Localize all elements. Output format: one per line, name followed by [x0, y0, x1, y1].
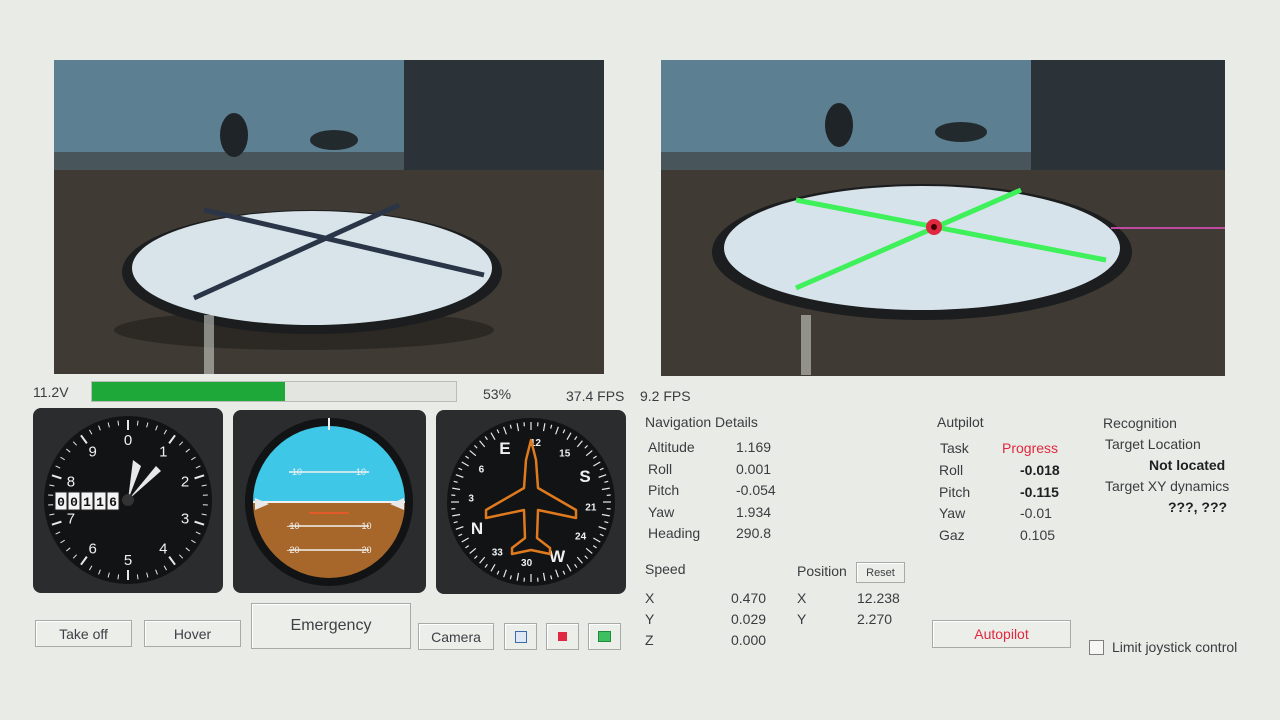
heading-label: 21: [585, 502, 597, 513]
altimeter-number: 6: [89, 541, 97, 558]
target-xy-dynamics-label: Target XY dynamics: [1105, 478, 1230, 494]
speed-x-value: 0.470: [731, 590, 767, 606]
progress-percent: 53%: [483, 386, 512, 402]
autopilot-roll-label: Roll: [939, 462, 964, 478]
heading-label: 15: [559, 448, 571, 459]
task-value: Progress: [1002, 440, 1059, 456]
nav-pitch-value: -0.054: [736, 482, 776, 498]
nav-heading-value: 290.8: [736, 525, 772, 541]
altimeter-counter-digit: 0: [57, 495, 65, 510]
screenshot-button[interactable]: [588, 623, 621, 650]
heading-label: 3: [468, 494, 474, 505]
limit-joystick-checkbox[interactable]: [1089, 640, 1104, 655]
heading-label: N: [471, 519, 483, 538]
pitch-label: 10: [356, 467, 366, 477]
nav-yaw-label: Yaw: [648, 503, 675, 520]
heading-label: 24: [575, 532, 587, 543]
target-location-label: Target Location: [1105, 436, 1201, 452]
autopilot-pitch-value: -0.115: [1020, 483, 1059, 500]
reset-button[interactable]: Reset: [856, 562, 905, 583]
altimeter-number: 1: [159, 443, 167, 460]
recognition-title: Recognition: [1103, 415, 1177, 431]
altimeter-number: 3: [181, 511, 189, 528]
pitch-label: 10: [292, 467, 302, 477]
speed-x-label: X: [645, 590, 655, 606]
speed-y-value: 0.029: [731, 611, 767, 627]
autopilot-gaz-value: 0.105: [1020, 526, 1056, 543]
altimeter-number: 5: [124, 552, 132, 569]
altimeter-number: 2: [181, 473, 189, 490]
altimeter-number: 4: [159, 541, 167, 558]
speed-y-label: Y: [645, 611, 655, 627]
autopilot-yaw-label: Yaw: [939, 505, 966, 521]
nav-roll-value: 0.001: [736, 460, 772, 477]
camera-feed-right: [661, 60, 1225, 376]
position-y-label: Y: [797, 611, 807, 627]
autopilot-button[interactable]: Autopilot: [932, 620, 1071, 648]
heading-indicator: E 12 15 S 21 24 W 30 33 N 3 6: [436, 410, 626, 594]
position-title: Position: [797, 563, 847, 579]
autopilot-gaz-label: Gaz: [939, 526, 965, 543]
nav-heading-label: Heading: [648, 525, 701, 541]
pitch-label: -10: [286, 521, 299, 531]
autopilot-roll-value: -0.018: [1020, 462, 1060, 478]
progress-bar: [91, 381, 457, 402]
altimeter-counter-digit: 1: [96, 495, 104, 510]
heading-label: W: [549, 547, 566, 566]
position-y-value: 2.270: [857, 611, 893, 627]
altimeter-counter-digit: 1: [83, 495, 91, 510]
autopilot-pitch-label: Pitch: [939, 483, 971, 500]
battery-voltage: 11.2V: [33, 384, 69, 400]
heading-label: S: [579, 467, 590, 486]
task-label: Task: [940, 440, 969, 456]
pitch-label: -20: [358, 545, 371, 555]
altimeter-counter-digit: 6: [109, 495, 117, 510]
heading-label: 30: [521, 558, 533, 569]
edit-icon: [514, 630, 527, 643]
position-x-label: X: [797, 590, 807, 606]
takeoff-button[interactable]: Take off: [35, 620, 132, 647]
record-stop-button[interactable]: [546, 623, 579, 650]
hover-button[interactable]: Hover: [144, 620, 241, 647]
heading-label: 33: [492, 548, 504, 559]
autopilot-title: Autpilot: [937, 414, 984, 430]
altimeter-gauge: 0123456789 00116: [33, 408, 223, 593]
altimeter-number: 8: [67, 473, 75, 490]
altimeter-number: 0: [124, 432, 132, 449]
fps-left: 37.4 FPS: [566, 388, 625, 404]
speed-title: Speed: [645, 561, 686, 577]
attitude-indicator: 10 10 -10 -10 -20 -20: [233, 410, 426, 593]
altimeter-number: 9: [89, 443, 97, 460]
edit-icon-button[interactable]: [504, 623, 537, 650]
camera-feed-left: [54, 60, 604, 374]
progress-bar-fill: [92, 382, 285, 401]
altimeter-counter-digit: 0: [70, 495, 78, 510]
heading-label: 6: [479, 464, 485, 475]
autopilot-yaw-value: -0.01: [1020, 505, 1052, 521]
emergency-button[interactable]: Emergency: [251, 603, 411, 649]
altimeter-number: 7: [67, 511, 75, 528]
target-xy-dynamics-value: ???, ???: [1168, 499, 1228, 515]
camera-button[interactable]: Camera: [418, 623, 494, 650]
nav-altitude-label: Altitude: [648, 439, 695, 455]
limit-joystick-label[interactable]: Limit joystick control: [1112, 639, 1237, 655]
speed-z-label: Z: [645, 632, 654, 648]
nav-yaw-value: 1.934: [736, 503, 772, 520]
nav-roll-label: Roll: [648, 460, 673, 477]
nav-pitch-label: Pitch: [648, 482, 680, 498]
fps-right: 9.2 FPS: [640, 388, 691, 404]
image-icon: [598, 631, 611, 642]
navigation-title: Navigation Details: [645, 414, 758, 430]
position-x-value: 12.238: [857, 590, 900, 606]
stop-icon: [558, 632, 567, 641]
pitch-label: -20: [286, 545, 299, 555]
speed-z-value: 0.000: [731, 632, 767, 648]
target-location-value: Not located: [1149, 457, 1226, 473]
heading-label: E: [499, 439, 510, 458]
pitch-label: -10: [358, 521, 371, 531]
nav-altitude-value: 1.169: [736, 439, 772, 455]
